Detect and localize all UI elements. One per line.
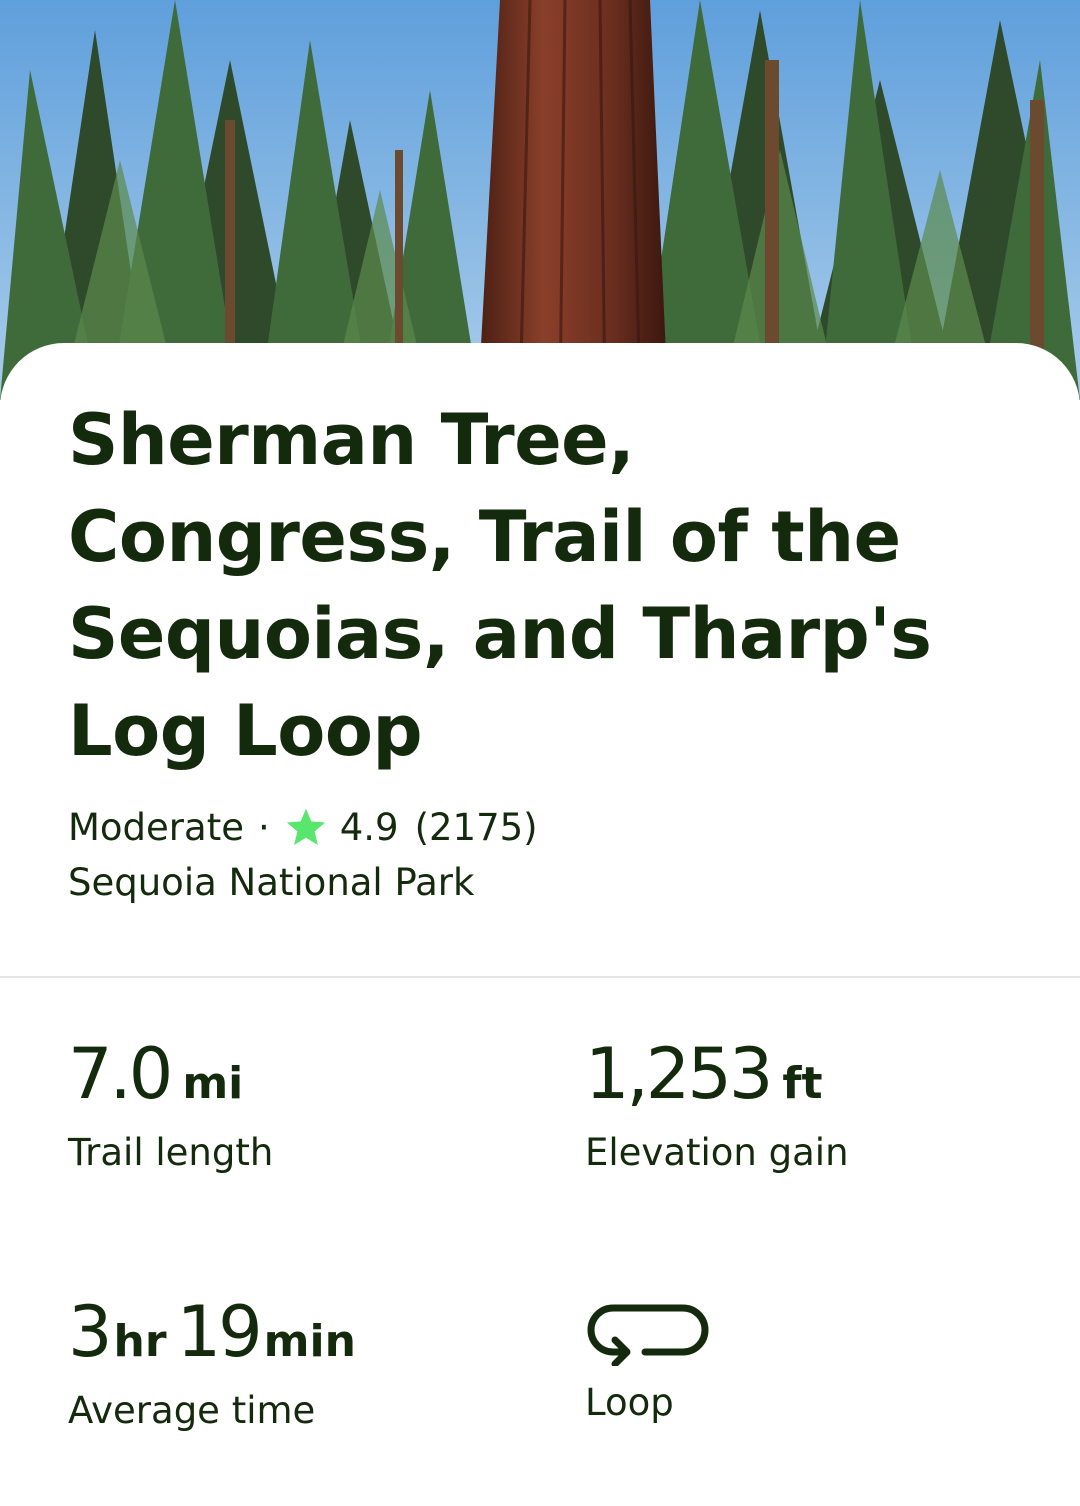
elevation-unit: ft bbox=[782, 1058, 823, 1109]
trail-length-value: 7.0 bbox=[68, 1033, 173, 1115]
elevation-value-row: 1,253 ft bbox=[585, 1036, 849, 1112]
park-name[interactable]: Sequoia National Park bbox=[68, 860, 474, 906]
rating-value: 4.9 bbox=[339, 806, 399, 849]
review-count[interactable]: (2175) bbox=[415, 805, 538, 851]
stat-trail-length: 7.0 mi Trail length bbox=[68, 1036, 273, 1176]
elevation-label: Elevation gain bbox=[585, 1131, 849, 1174]
time-hours-unit: hr bbox=[113, 1316, 167, 1367]
time-label: Average time bbox=[68, 1389, 316, 1432]
hero-photo bbox=[0, 0, 1080, 400]
elevation-value: 1,253 bbox=[585, 1033, 773, 1115]
time-value-row: 3 hr 19 min bbox=[68, 1294, 366, 1370]
sequoia-forest-image bbox=[0, 0, 1080, 400]
time-minutes-unit: min bbox=[263, 1316, 356, 1367]
route-type-label: Loop bbox=[585, 1381, 674, 1424]
trail-length-unit: mi bbox=[182, 1058, 244, 1109]
trail-length-value-row: 7.0 mi bbox=[68, 1036, 273, 1112]
stat-elevation-gain: 1,253 ft Elevation gain bbox=[585, 1036, 849, 1176]
star-icon bbox=[286, 808, 325, 846]
time-minutes: 19 bbox=[176, 1291, 263, 1373]
separator-dot: · bbox=[257, 806, 270, 849]
stat-route-type: Loop bbox=[585, 1294, 711, 1426]
loop-icon bbox=[587, 1304, 709, 1366]
section-divider bbox=[0, 976, 1080, 978]
time-hours: 3 bbox=[68, 1291, 113, 1373]
trail-title: Sherman Tree, Congress, Trail of the Seq… bbox=[68, 399, 932, 772]
trail-meta-row: Moderate · 4.9 (2175) bbox=[68, 805, 538, 851]
trail-length-label: Trail length bbox=[68, 1131, 274, 1174]
difficulty-label: Moderate bbox=[68, 806, 244, 849]
stat-average-time: 3 hr 19 min Average time bbox=[68, 1294, 366, 1434]
